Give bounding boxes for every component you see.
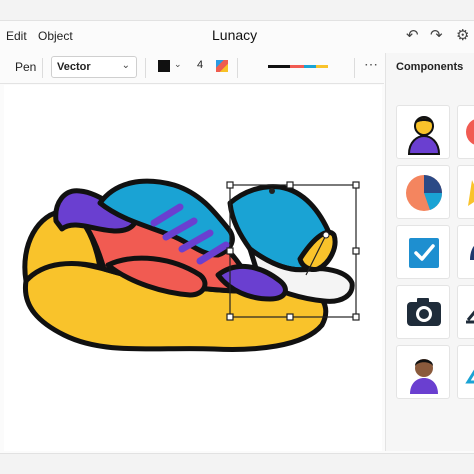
component-card-pie[interactable]: [396, 165, 450, 219]
gear-icon[interactable]: ⚙: [456, 26, 469, 44]
app-title: Lunacy: [212, 27, 258, 43]
more-options-icon[interactable]: ⋯: [364, 56, 378, 73]
type-dropdown[interactable]: Vector ⌄: [51, 56, 137, 78]
component-card-camera[interactable]: [396, 285, 450, 339]
component-card-peek[interactable]: [457, 345, 474, 399]
component-card-peek[interactable]: [457, 105, 474, 159]
menubar: Edit Object Lunacy ↶ ↷ ⚙: [0, 21, 474, 51]
component-card-peek[interactable]: [457, 225, 474, 279]
component-card-person[interactable]: [396, 345, 450, 399]
pen-tool-label[interactable]: Pen: [15, 60, 36, 74]
fill-color-chip[interactable]: [216, 60, 228, 72]
toolbar-divider: [237, 58, 238, 78]
stroke-width-value[interactable]: 4: [197, 59, 203, 71]
app-window: Edit Object Lunacy ↶ ↷ ⚙ Pen Vector ⌄ ⌄ …: [0, 20, 474, 454]
anchor-point: [269, 188, 275, 194]
component-card-peek[interactable]: [457, 285, 474, 339]
pie-chart-icon: [406, 175, 443, 211]
bezier-handle-point: [322, 231, 330, 239]
components-panel: Components: [385, 53, 474, 451]
component-card-avatar[interactable]: [396, 105, 450, 159]
type-dropdown-value: Vector: [57, 61, 91, 73]
components-panel-title: Components: [396, 61, 464, 73]
design-canvas[interactable]: [4, 85, 382, 451]
redo-icon[interactable]: ↷: [430, 26, 443, 44]
component-card-checkbox[interactable]: [396, 225, 450, 279]
component-card-peek[interactable]: [457, 165, 474, 219]
user-avatar-icon: [407, 116, 441, 155]
undo-icon[interactable]: ↶: [406, 26, 419, 44]
menu-edit[interactable]: Edit: [6, 29, 27, 43]
camera-icon: [407, 298, 441, 326]
stroke-style-preview[interactable]: [268, 64, 330, 70]
toolbar: Pen Vector ⌄ ⌄ 4 ⋯: [0, 53, 384, 84]
stroke-color-swatch[interactable]: [158, 60, 170, 72]
toolbar-divider: [145, 58, 146, 78]
checkbox-checked-icon: [409, 238, 439, 268]
person-avatar-icon: [410, 359, 438, 394]
toolbar-divider: [354, 58, 355, 78]
sneaker-illustration: [22, 178, 360, 352]
menu-object[interactable]: Object: [38, 29, 73, 43]
toolbar-divider: [42, 58, 43, 78]
chevron-down-icon[interactable]: ⌄: [174, 59, 182, 70]
chevron-down-icon: ⌄: [121, 60, 130, 71]
